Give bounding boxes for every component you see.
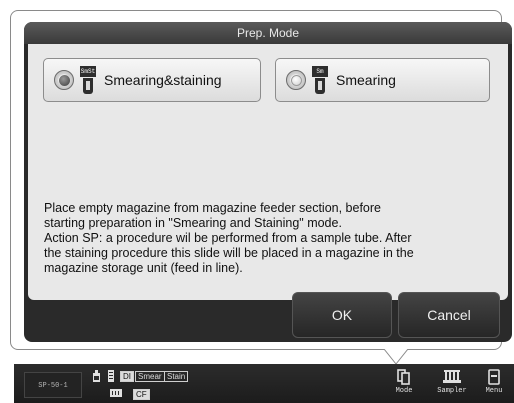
cancel-button[interactable]: Cancel [398,292,500,338]
mode-label: Mode [395,387,413,395]
screen: Prep. Mode SmSt Smearing&staining Sm Sme… [0,0,514,403]
dialog-title: Prep. Mode [24,22,512,44]
sampler-label: Sampler [437,387,467,395]
description-line: the staining procedure this slide will b… [44,246,414,260]
status-bar: SP-50-1 DI Smear Stain CF Mode Sampler M… [14,364,514,403]
bottle-icon [93,370,100,382]
menu-icon [488,369,500,385]
menu-label: Menu [485,387,503,395]
mode-label: Smearing [336,72,396,88]
description-text: Place empty magazine from magazine feede… [44,201,496,276]
dialog-body: SmSt Smearing&staining Sm Smearing Place… [28,44,508,300]
sample-id: SP-50-1 [24,372,82,398]
stain-tag: Stain [164,371,189,382]
slide-icon [108,370,114,382]
prep-mode-dialog: Prep. Mode SmSt Smearing&staining Sm Sme… [24,22,512,342]
sampler-button[interactable]: Sampler [430,367,474,403]
mode-icon [397,369,410,385]
smearing-staining-button[interactable]: SmSt Smearing&staining [43,58,261,102]
menu-button[interactable]: Menu [472,367,514,403]
description-line: Place empty magazine from magazine feede… [44,201,381,215]
callout-pointer [384,349,408,365]
radio-selected-icon [54,70,74,90]
description-line: starting preparation in "Smearing and St… [44,216,342,230]
tube-icon: SmSt [80,66,96,94]
cf-tag: CF [133,389,150,400]
smear-tag: Smear [135,371,165,382]
smearing-button[interactable]: Sm Smearing [275,58,490,102]
description-line: magazine storage unit (feed in line). [44,261,243,275]
mode-label: Smearing&staining [104,72,222,88]
ok-button[interactable]: OK [292,292,392,338]
description-line: Action SP: a procedure wil be performed … [44,231,412,245]
mode-button[interactable]: Mode [382,367,426,403]
magazine-icon [110,389,122,397]
di-tag: DI [120,371,134,382]
sampler-icon [443,370,461,383]
radio-unselected-icon [286,70,306,90]
tube-icon: Sm [312,66,328,94]
